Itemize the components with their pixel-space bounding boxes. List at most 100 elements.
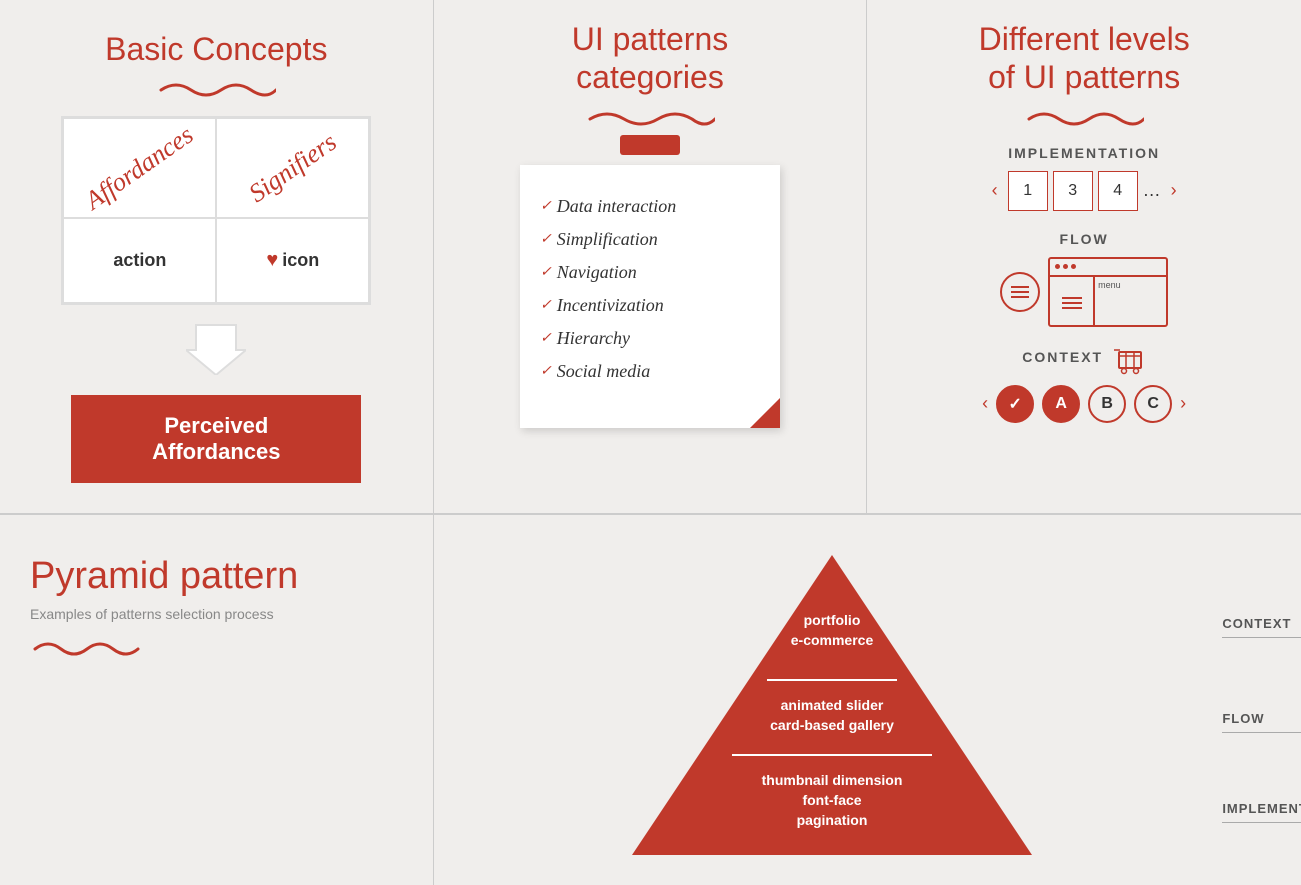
clipboard-paper: ✓ Data interaction ✓ Simplification ✓ Na… [520,165,780,428]
check-icon: ✓ [540,297,552,314]
list-item: ✓ Simplification [540,223,760,256]
list-item: ✓ Navigation [540,256,760,289]
arrow-down-container [40,320,393,380]
implementation-line [1222,822,1301,823]
perceived-affordances-box: Perceived Affordances [71,395,361,483]
affordances-cell: Affordances [63,118,216,218]
stepper-c[interactable]: C [1134,385,1172,423]
top-text-1: portfolio [804,612,861,628]
main-area-mockup: menu [1095,277,1166,325]
sidebar-line [1062,297,1082,299]
signifiers-label: Signifiers [243,128,342,210]
clipboard-clip [620,135,680,155]
implementation-level-label: IMPLEMENTATION [1222,800,1301,823]
concept-grid: Affordances Signifiers action ♥ icon [61,116,371,305]
prev-arrow[interactable]: ‹ [987,175,1003,206]
icon-cell: ♥ icon [216,218,369,303]
signifiers-cell: Signifiers [216,118,369,218]
browser-dot [1063,264,1068,269]
squiggle-3 [1024,107,1144,127]
check-icon: ✓ [540,231,552,248]
page-dots: … [1143,180,1161,201]
different-levels-title: Different levels of UI patterns [897,20,1271,97]
ui-patterns-panel: UI patterns categories ✓ Data interactio… [434,0,868,514]
pyramid-wrapper: portfolio e-commerce animated slider car… [592,545,1142,855]
context-next-arrow[interactable]: › [1180,393,1186,414]
icon-label: icon [282,250,319,271]
browser-bar [1050,259,1166,277]
menu-label: menu [1098,280,1121,290]
implementation-title: IMPLEMENTATION [897,145,1271,161]
hamburger-icon [1011,286,1029,298]
browser-mockup: menu [1048,257,1168,327]
flow-icons: menu [1000,257,1168,327]
context-prev-arrow[interactable]: ‹ [982,393,988,414]
bottom-text-1: thumbnail dimension [762,772,903,788]
stepper-check[interactable]: ✓ [996,385,1034,423]
pyramid-title: Pyramid pattern [30,555,403,598]
list-item: ✓ Data interaction [540,190,760,223]
squiggle-1 [156,78,276,98]
bottom-text-2: font-face [803,792,862,808]
browser-dot [1071,264,1076,269]
page-btn-4[interactable]: 4 [1098,171,1138,211]
folded-corner [750,398,780,428]
stepper-b[interactable]: B [1088,385,1126,423]
browser-dot [1055,264,1060,269]
next-arrow[interactable]: › [1166,175,1182,206]
down-arrow-icon [186,320,246,375]
check-icon: ✓ [540,264,552,281]
list-item: ✓ Incentivization [540,289,760,322]
check-icon: ✓ [540,330,552,347]
page-btn-1[interactable]: 1 [1008,171,1048,211]
cart-icon [1111,347,1146,377]
flow-level-label: FLOW [1222,710,1301,733]
action-label: action [113,250,166,271]
implementation-section: IMPLEMENTATION ‹ 1 3 4 … › [897,145,1271,211]
flow-container: menu [897,257,1271,327]
page-btn-3[interactable]: 3 [1053,171,1093,211]
hamburger-circle [1000,272,1040,312]
pyramid-info: Pyramid pattern Examples of patterns sel… [0,515,434,885]
sidebar-line [1062,307,1082,309]
sidebar-mockup [1050,277,1095,325]
perceived-affordances-label: Perceived Affordances [152,413,280,464]
check-icon: ✓ [540,363,552,380]
bottom-text-3: pagination [797,812,868,828]
squiggle-bottom [30,637,140,657]
context-stepper: ‹ ✓ A B C › [897,385,1271,423]
context-section: CONTEXT ‹ ✓ A B C › [897,347,1271,423]
basic-concepts-title: Basic Concepts [40,30,393,68]
different-levels-panel: Different levels of UI patterns IMPLEMEN… [867,0,1301,514]
list-item: ✓ Hierarchy [540,322,760,355]
ui-patterns-title: UI patterns categories [474,20,827,97]
context-title-row: CONTEXT [897,347,1271,377]
mid-text-1: animated slider [781,697,884,713]
check-icon: ✓ [540,198,552,215]
clipboard-list: ✓ Data interaction ✓ Simplification ✓ Na… [540,180,760,398]
mid-text-2: card-based gallery [770,717,894,733]
sidebar-line [1062,302,1082,304]
pagination-row: ‹ 1 3 4 … › [897,171,1271,211]
flow-section: FLOW [897,231,1271,327]
ham-line [1011,291,1029,293]
bottom-section: Pyramid pattern Examples of patterns sel… [0,514,1301,885]
stepper-a[interactable]: A [1042,385,1080,423]
top-text-2: e-commerce [791,632,874,648]
ham-line [1011,286,1029,288]
squiggle-2 [585,107,715,127]
context-level-label: CONTEXT [1222,615,1301,638]
pyramid-svg: portfolio e-commerce animated slider car… [592,545,1072,855]
list-item: ✓ Social media [540,355,760,388]
clipboard-container: ✓ Data interaction ✓ Simplification ✓ Na… [520,145,780,428]
ham-line [1011,296,1029,298]
basic-concepts-panel: Basic Concepts Affordances Signifiers ac… [0,0,434,514]
context-line [1222,637,1301,638]
context-title: CONTEXT [1022,349,1103,365]
flow-line [1222,732,1301,733]
action-cell: action [63,218,216,303]
browser-content: menu [1050,277,1166,325]
affordances-label: Affordances [80,120,199,216]
heart-icon: ♥ [266,249,278,272]
flow-title: FLOW [897,231,1271,247]
